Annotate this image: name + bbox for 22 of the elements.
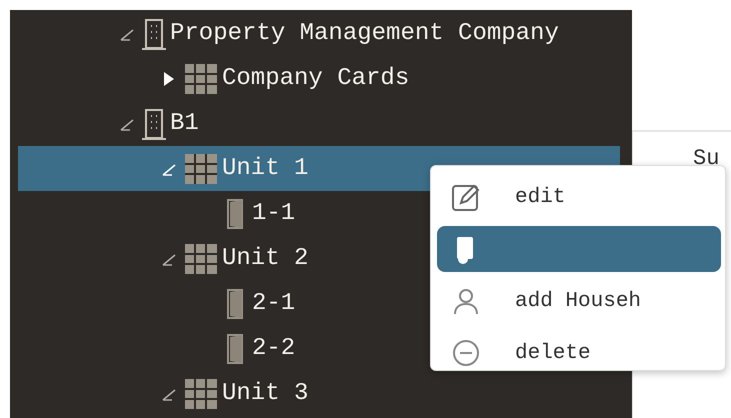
- delete-icon: [451, 338, 481, 368]
- expanded-arrow-icon[interactable]: [162, 386, 176, 400]
- building-icon: [142, 108, 166, 140]
- tree-item[interactable]: Property Management Company: [18, 11, 620, 56]
- menu-item[interactable]: add Househ: [437, 278, 721, 324]
- panel-label: Su: [692, 145, 720, 171]
- tree-item[interactable]: Company Cards: [18, 56, 620, 101]
- grid-icon: [184, 242, 218, 274]
- menu-item[interactable]: [437, 226, 721, 272]
- grid-icon: [184, 378, 218, 410]
- edit-icon: [451, 182, 481, 212]
- collapsed-arrow-icon[interactable]: [162, 70, 176, 86]
- building-icon: [142, 18, 166, 50]
- expanded-arrow-icon[interactable]: [120, 116, 134, 130]
- expanded-arrow-icon[interactable]: [162, 162, 176, 176]
- tree-item[interactable]: Unit 2: [18, 236, 620, 281]
- expanded-arrow-icon[interactable]: [162, 252, 176, 266]
- grid-icon: [184, 62, 218, 94]
- tree-item[interactable]: B1: [18, 101, 620, 146]
- expanded-arrow-icon[interactable]: [120, 26, 134, 40]
- grid-icon: [184, 152, 218, 184]
- person-icon: [451, 286, 481, 316]
